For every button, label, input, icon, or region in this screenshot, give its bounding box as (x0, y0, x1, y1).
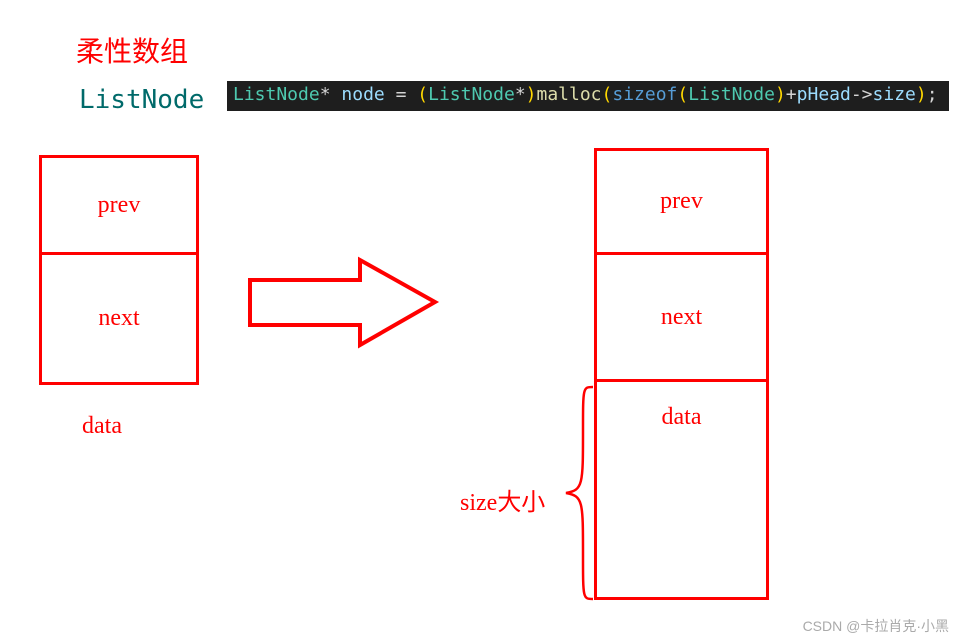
listnode-label: ListNode (79, 85, 204, 115)
right-data-cell: data (594, 379, 769, 600)
code-token: ( (417, 84, 428, 105)
left-prev-label: prev (98, 192, 141, 219)
code-token: ( (677, 84, 688, 105)
code-token: sizeof (612, 84, 677, 105)
watermark-text: CSDN @卡拉肖克·小黑 (803, 616, 949, 636)
left-data-label: data (82, 413, 122, 440)
code-token: + (786, 84, 797, 105)
left-prev-cell: prev (39, 155, 199, 255)
code-token: pHead (797, 84, 851, 105)
curly-brace-icon (561, 385, 601, 605)
arrow-icon (245, 255, 445, 350)
code-token: size (873, 84, 916, 105)
code-token: node (341, 84, 384, 105)
right-data-label: data (662, 404, 702, 431)
right-prev-cell: prev (594, 148, 769, 255)
code-block: ListNode* node = (ListNode*)malloc(sizeo… (227, 81, 949, 111)
code-token: = (385, 84, 418, 105)
code-token: ) (916, 84, 927, 105)
left-next-label: next (98, 305, 139, 332)
right-next-cell: next (594, 252, 769, 382)
code-token: ) (775, 84, 786, 105)
right-next-label: next (661, 304, 702, 331)
code-token: malloc (537, 84, 602, 105)
title-text: 柔性数组 (76, 30, 188, 70)
code-token: ( (602, 84, 613, 105)
code-token: ListNode (688, 84, 775, 105)
code-token: * (320, 84, 331, 105)
code-token: ListNode (233, 84, 320, 105)
code-token: ListNode (428, 84, 515, 105)
code-token: ) (526, 84, 537, 105)
code-token: * (515, 84, 526, 105)
code-token: ; (927, 84, 938, 105)
size-label: size大小 (460, 482, 545, 517)
right-prev-label: prev (660, 188, 703, 215)
code-token: -> (851, 84, 873, 105)
left-next-cell: next (39, 252, 199, 385)
